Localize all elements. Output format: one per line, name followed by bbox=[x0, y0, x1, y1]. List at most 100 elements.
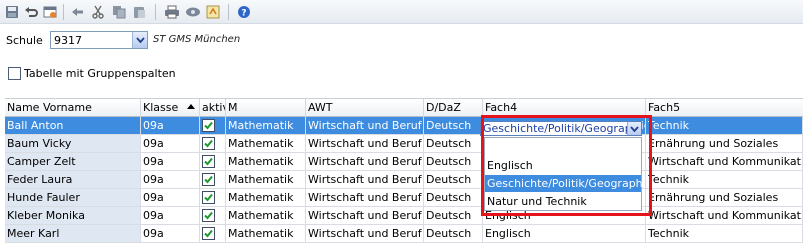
cell-m[interactable]: Mathematik bbox=[226, 117, 306, 134]
table-row[interactable]: Baum Vicky 09a Mathematik Wirtschaft und Be… bbox=[5, 135, 803, 153]
table-row[interactable]: Kleber Monika 09a Mathematik Wirtschaft und… bbox=[5, 207, 803, 225]
aktiv-checkbox[interactable] bbox=[202, 227, 215, 240]
school-label: Schule bbox=[6, 34, 43, 47]
cell-d[interactable]: Deutsch bbox=[424, 135, 483, 152]
cell-m[interactable]: Mathematik bbox=[226, 153, 306, 170]
cell-aktiv[interactable] bbox=[200, 171, 226, 188]
fach4-combo-value: Geschichte/Politik/Geographie bbox=[483, 122, 642, 135]
cell-d[interactable]: Deutsch bbox=[424, 171, 483, 188]
cell-m[interactable]: Mathematik bbox=[226, 207, 306, 224]
group-columns-label: Tabelle mit Gruppenspalten bbox=[24, 67, 176, 80]
cell-m[interactable]: Mathematik bbox=[226, 171, 306, 188]
cell-name[interactable]: Camper Zelt bbox=[5, 153, 141, 170]
table-row[interactable]: Feder Laura 09a Mathematik Wirtschaft und B… bbox=[5, 171, 803, 189]
cell-name[interactable]: Kleber Monika bbox=[5, 207, 141, 224]
save-icon[interactable] bbox=[3, 3, 21, 21]
paste-icon[interactable] bbox=[130, 3, 148, 21]
cell-aktiv[interactable] bbox=[200, 135, 226, 152]
cell-m[interactable]: Mathematik bbox=[226, 225, 306, 242]
cell-fach5[interactable]: Technik bbox=[646, 225, 803, 242]
cell-name[interactable]: Ball Anton bbox=[5, 117, 141, 134]
print-icon[interactable] bbox=[163, 3, 181, 21]
cell-aktiv[interactable] bbox=[200, 117, 226, 134]
chevron-down-icon[interactable] bbox=[132, 32, 147, 48]
back-icon[interactable] bbox=[68, 3, 86, 21]
col-header-klasse[interactable]: Klasse bbox=[141, 99, 200, 117]
cell-klasse[interactable]: 09a bbox=[141, 225, 200, 242]
cell-klasse[interactable]: 09a bbox=[141, 153, 200, 170]
dropdown-option-englisch[interactable]: Englisch bbox=[485, 157, 641, 174]
cell-fach5[interactable]: Wirtschaft und Kommunikation bbox=[646, 153, 803, 170]
cell-awt[interactable]: Wirtschaft und Beruf bbox=[306, 117, 424, 134]
cut-icon[interactable] bbox=[89, 3, 107, 21]
cell-fach5[interactable]: Technik bbox=[646, 117, 803, 134]
col-header-awt[interactable]: AWT bbox=[306, 99, 424, 117]
col-header-name[interactable]: Name Vorname bbox=[5, 99, 141, 117]
svg-text:?: ? bbox=[241, 9, 246, 19]
cell-aktiv[interactable] bbox=[200, 225, 226, 242]
cell-m[interactable]: Mathematik bbox=[226, 189, 306, 206]
school-select[interactable]: 9317 bbox=[50, 31, 148, 49]
cell-fach5[interactable]: Technik bbox=[646, 171, 803, 188]
table-row[interactable]: Meer Karl 09a Mathematik Wirtschaft und Ber… bbox=[5, 225, 803, 243]
cell-fach5[interactable]: Ernährung und Soziales bbox=[646, 135, 803, 152]
cell-m[interactable]: Mathematik bbox=[226, 135, 306, 152]
cell-klasse[interactable]: 09a bbox=[141, 117, 200, 134]
aktiv-checkbox[interactable] bbox=[202, 209, 215, 222]
toolbar: ? bbox=[0, 0, 803, 24]
grid-header: Name Vorname Klasse aktiv M AWT D/DaZ Fa… bbox=[5, 98, 803, 117]
cell-fach5[interactable]: Wirtschaft und Kommunikation bbox=[646, 207, 803, 224]
cell-klasse[interactable]: 09a bbox=[141, 189, 200, 206]
checkmark-icon bbox=[204, 229, 213, 238]
export-icon[interactable] bbox=[204, 3, 222, 21]
aktiv-checkbox[interactable] bbox=[202, 173, 215, 186]
cell-d[interactable]: Deutsch bbox=[424, 153, 483, 170]
cell-d[interactable]: Deutsch bbox=[424, 207, 483, 224]
cell-klasse[interactable]: 09a bbox=[141, 171, 200, 188]
col-header-fach4[interactable]: Fach4 bbox=[483, 99, 646, 117]
cell-fach5[interactable]: Ernährung und Soziales bbox=[646, 189, 803, 206]
cell-d[interactable]: Deutsch bbox=[424, 117, 483, 134]
cell-d[interactable]: Deutsch bbox=[424, 225, 483, 242]
cell-fach4[interactable]: Englisch bbox=[483, 225, 646, 242]
school-name: ST GMS München bbox=[153, 34, 241, 45]
aktiv-checkbox[interactable] bbox=[202, 119, 215, 132]
table-row[interactable]: Ball Anton 09a Mathematik Wirtschaft und Be… bbox=[5, 117, 803, 135]
cell-awt[interactable]: Wirtschaft und Beruf bbox=[306, 171, 424, 188]
aktiv-checkbox[interactable] bbox=[202, 191, 215, 204]
fach4-combo[interactable]: Geschichte/Politik/Geographie bbox=[480, 121, 642, 136]
col-header-d[interactable]: D/DaZ bbox=[424, 99, 483, 117]
dropdown-option-gpg[interactable]: Geschichte/Politik/Geographie bbox=[485, 175, 652, 192]
cell-aktiv[interactable] bbox=[200, 207, 226, 224]
cell-aktiv[interactable] bbox=[200, 153, 226, 170]
cell-klasse[interactable]: 09a bbox=[141, 135, 200, 152]
col-header-aktiv[interactable]: aktiv bbox=[200, 99, 226, 117]
cell-awt[interactable]: Wirtschaft und Beruf bbox=[306, 207, 424, 224]
col-header-m[interactable]: M bbox=[226, 99, 306, 117]
cell-name[interactable]: Baum Vicky bbox=[5, 135, 141, 152]
help-icon[interactable]: ? bbox=[235, 3, 253, 21]
aktiv-checkbox[interactable] bbox=[202, 137, 215, 150]
dropdown-option-empty[interactable] bbox=[485, 139, 641, 156]
copy-icon[interactable] bbox=[110, 3, 128, 21]
undo-icon[interactable] bbox=[22, 3, 40, 21]
aktiv-checkbox[interactable] bbox=[202, 155, 215, 168]
cell-awt[interactable]: Wirtschaft und Beruf bbox=[306, 153, 424, 170]
cell-name[interactable]: Feder Laura bbox=[5, 171, 141, 188]
cell-name[interactable]: Hunde Fauler bbox=[5, 189, 141, 206]
cell-aktiv[interactable] bbox=[200, 189, 226, 206]
reset-icon[interactable] bbox=[41, 3, 59, 21]
chevron-down-icon[interactable] bbox=[627, 122, 641, 135]
table-row[interactable]: Camper Zelt 09a Mathematik Wirtschaft und B… bbox=[5, 153, 803, 171]
cell-awt[interactable]: Wirtschaft und Beruf bbox=[306, 189, 424, 206]
cell-d[interactable]: Deutsch bbox=[424, 189, 483, 206]
table-row[interactable]: Hunde Fauler 09a Mathematik Wirtschaft und … bbox=[5, 189, 803, 207]
cell-klasse[interactable]: 09a bbox=[141, 207, 200, 224]
cell-name[interactable]: Meer Karl bbox=[5, 225, 141, 242]
col-header-fach5[interactable]: Fach5 bbox=[646, 99, 803, 117]
dropdown-option-natur-technik[interactable]: Natur und Technik bbox=[485, 193, 641, 210]
preview-icon[interactable] bbox=[184, 3, 202, 21]
cell-awt[interactable]: Wirtschaft und Beruf bbox=[306, 135, 424, 152]
cell-awt[interactable]: Wirtschaft und Beruf bbox=[306, 225, 424, 242]
group-columns-checkbox[interactable] bbox=[8, 67, 21, 80]
